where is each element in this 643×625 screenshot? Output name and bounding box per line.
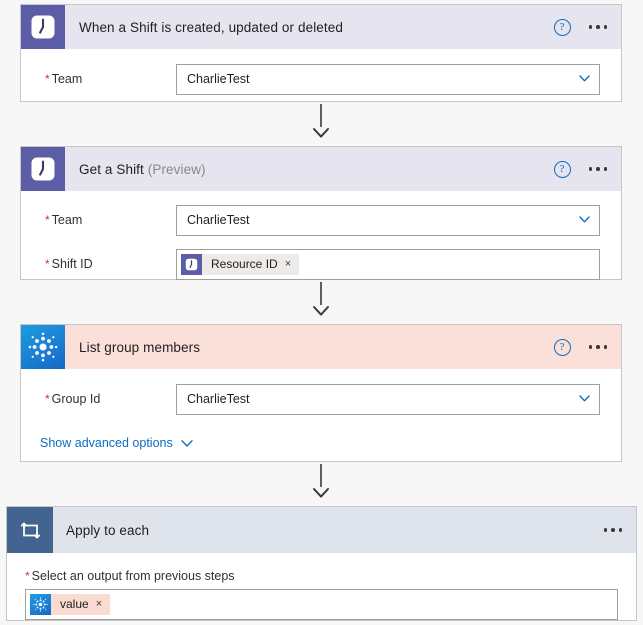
card-title: Apply to each (66, 523, 149, 538)
required-asterisk: * (45, 257, 50, 271)
chevron-down-icon[interactable] (579, 214, 590, 225)
field-label-text: Group Id (51, 392, 101, 406)
field-label-shift-id: * Shift ID (45, 257, 176, 271)
card-icon-wrap (21, 5, 65, 49)
token-label: Resource ID (211, 256, 278, 271)
flow-designer-canvas: When a Shift is created, updated or dele… (0, 0, 643, 625)
shifts-clock-icon (21, 5, 65, 49)
required-asterisk: * (45, 392, 50, 406)
chevron-down-icon[interactable] (579, 393, 590, 404)
output-field-label-text: Select an output from previous steps (31, 569, 235, 583)
ellipsis-icon[interactable] (588, 163, 607, 175)
card-title-text: When a Shift is created, updated or dele… (79, 19, 343, 35)
shift-id-token-field[interactable]: Resource ID × (176, 248, 600, 280)
card-icon-wrap (21, 325, 65, 369)
token-body: Resource ID × (202, 253, 300, 275)
arrow-head-icon (312, 304, 330, 322)
token-resource-id[interactable]: Resource ID × (181, 253, 300, 275)
help-icon[interactable]: ? (553, 18, 571, 36)
card-header-actions: ? (553, 5, 607, 49)
card-title-text: List group members (79, 339, 201, 355)
ellipsis-icon[interactable] (588, 341, 607, 353)
field-row-shift-id: * Shift ID Resource ID × (21, 245, 621, 283)
arrow-head-icon (312, 486, 330, 504)
field-label-text: Team (51, 72, 83, 86)
field-row-group-id: * Group Id CharlieTest (21, 380, 621, 418)
group-id-dropdown-value: CharlieTest (187, 392, 250, 406)
card-title-text: Apply to each (66, 522, 150, 538)
team-dropdown[interactable]: CharlieTest (176, 63, 600, 95)
card-body: * Team CharlieTest * Shift ID Resource I… (21, 201, 621, 283)
connector-line (320, 104, 322, 127)
card-header[interactable]: Apply to each (7, 507, 636, 553)
card-title: Get a Shift (Preview) (79, 162, 206, 177)
advanced-options-row: Show advanced options (21, 418, 621, 452)
card-header-actions (603, 507, 622, 553)
token-value[interactable]: value × (30, 594, 111, 616)
flow-card-list-group-members[interactable]: List group members ? * Group Id CharlieTe… (20, 324, 622, 462)
chevron-down-icon[interactable] (181, 439, 193, 448)
show-advanced-options-link[interactable]: Show advanced options (40, 436, 193, 450)
output-field-label: * Select an output from previous steps (25, 569, 618, 589)
field-label-text: Team (51, 213, 83, 227)
card-title: List group members (79, 340, 200, 355)
card-header[interactable]: Get a Shift (Preview) ? (21, 147, 621, 191)
shifts-clock-icon (181, 253, 202, 275)
azure-ad-icon (30, 594, 51, 615)
card-body: * Group Id CharlieTest Show advanced opti… (21, 380, 621, 452)
team-dropdown-value: CharlieTest (187, 213, 250, 227)
arrow-head-icon (312, 126, 330, 144)
token-icon-wrap (181, 253, 202, 275)
azure-ad-icon (21, 325, 65, 369)
card-title-text: Get a Shift (79, 161, 144, 177)
connector-arrow-2 (309, 282, 333, 322)
connector-arrow-3 (309, 464, 333, 504)
connector-arrow-1 (309, 104, 333, 144)
field-row-team: * Team CharlieTest (21, 201, 621, 239)
connector-line (320, 464, 322, 487)
token-remove-icon[interactable]: × (285, 254, 299, 275)
ellipsis-icon[interactable] (588, 21, 607, 33)
card-header[interactable]: When a Shift is created, updated or dele… (21, 5, 621, 49)
flow-card-when-a-shift-is-created[interactable]: When a Shift is created, updated or dele… (20, 4, 622, 102)
required-asterisk: * (45, 72, 50, 86)
token-label: value (60, 597, 89, 611)
team-dropdown[interactable]: CharlieTest (176, 204, 600, 236)
help-icon[interactable]: ? (553, 338, 571, 356)
help-icon[interactable]: ? (553, 160, 571, 178)
flow-card-apply-to-each[interactable]: Apply to each * Select an output from pre… (6, 506, 637, 621)
field-label-team: * Team (45, 213, 176, 227)
loop-repeat-icon (7, 507, 53, 553)
card-header-actions: ? (553, 147, 607, 191)
field-label-team: * Team (45, 72, 176, 86)
connector-line (320, 282, 322, 305)
group-id-dropdown[interactable]: CharlieTest (176, 383, 600, 415)
card-body: * Select an output from previous steps v… (7, 553, 636, 620)
card-title: When a Shift is created, updated or dele… (79, 20, 343, 35)
ellipsis-icon[interactable] (603, 524, 622, 536)
card-icon-wrap (21, 147, 65, 191)
card-icon-wrap (7, 507, 53, 553)
shifts-clock-icon (21, 147, 65, 191)
field-row-team: * Team CharlieTest (21, 60, 621, 98)
token-body: value × (51, 594, 111, 615)
team-dropdown-value: CharlieTest (187, 72, 250, 86)
output-token-field[interactable]: value × (25, 589, 618, 620)
field-label-group-id: * Group Id (45, 392, 176, 406)
show-advanced-options-label: Show advanced options (40, 436, 173, 450)
required-asterisk: * (45, 213, 50, 227)
field-label-text: Shift ID (51, 257, 93, 271)
card-header-actions: ? (553, 325, 607, 369)
flow-card-get-a-shift[interactable]: Get a Shift (Preview) ? * Team CharlieTes… (20, 146, 622, 280)
card-header[interactable]: List group members ? (21, 325, 621, 369)
token-remove-icon[interactable]: × (96, 594, 110, 615)
card-title-preview-tag: (Preview) (147, 161, 206, 177)
required-asterisk: * (25, 569, 30, 583)
card-body: * Team CharlieTest (21, 60, 621, 98)
token-icon-wrap (30, 594, 51, 615)
chevron-down-icon[interactable] (579, 73, 590, 84)
